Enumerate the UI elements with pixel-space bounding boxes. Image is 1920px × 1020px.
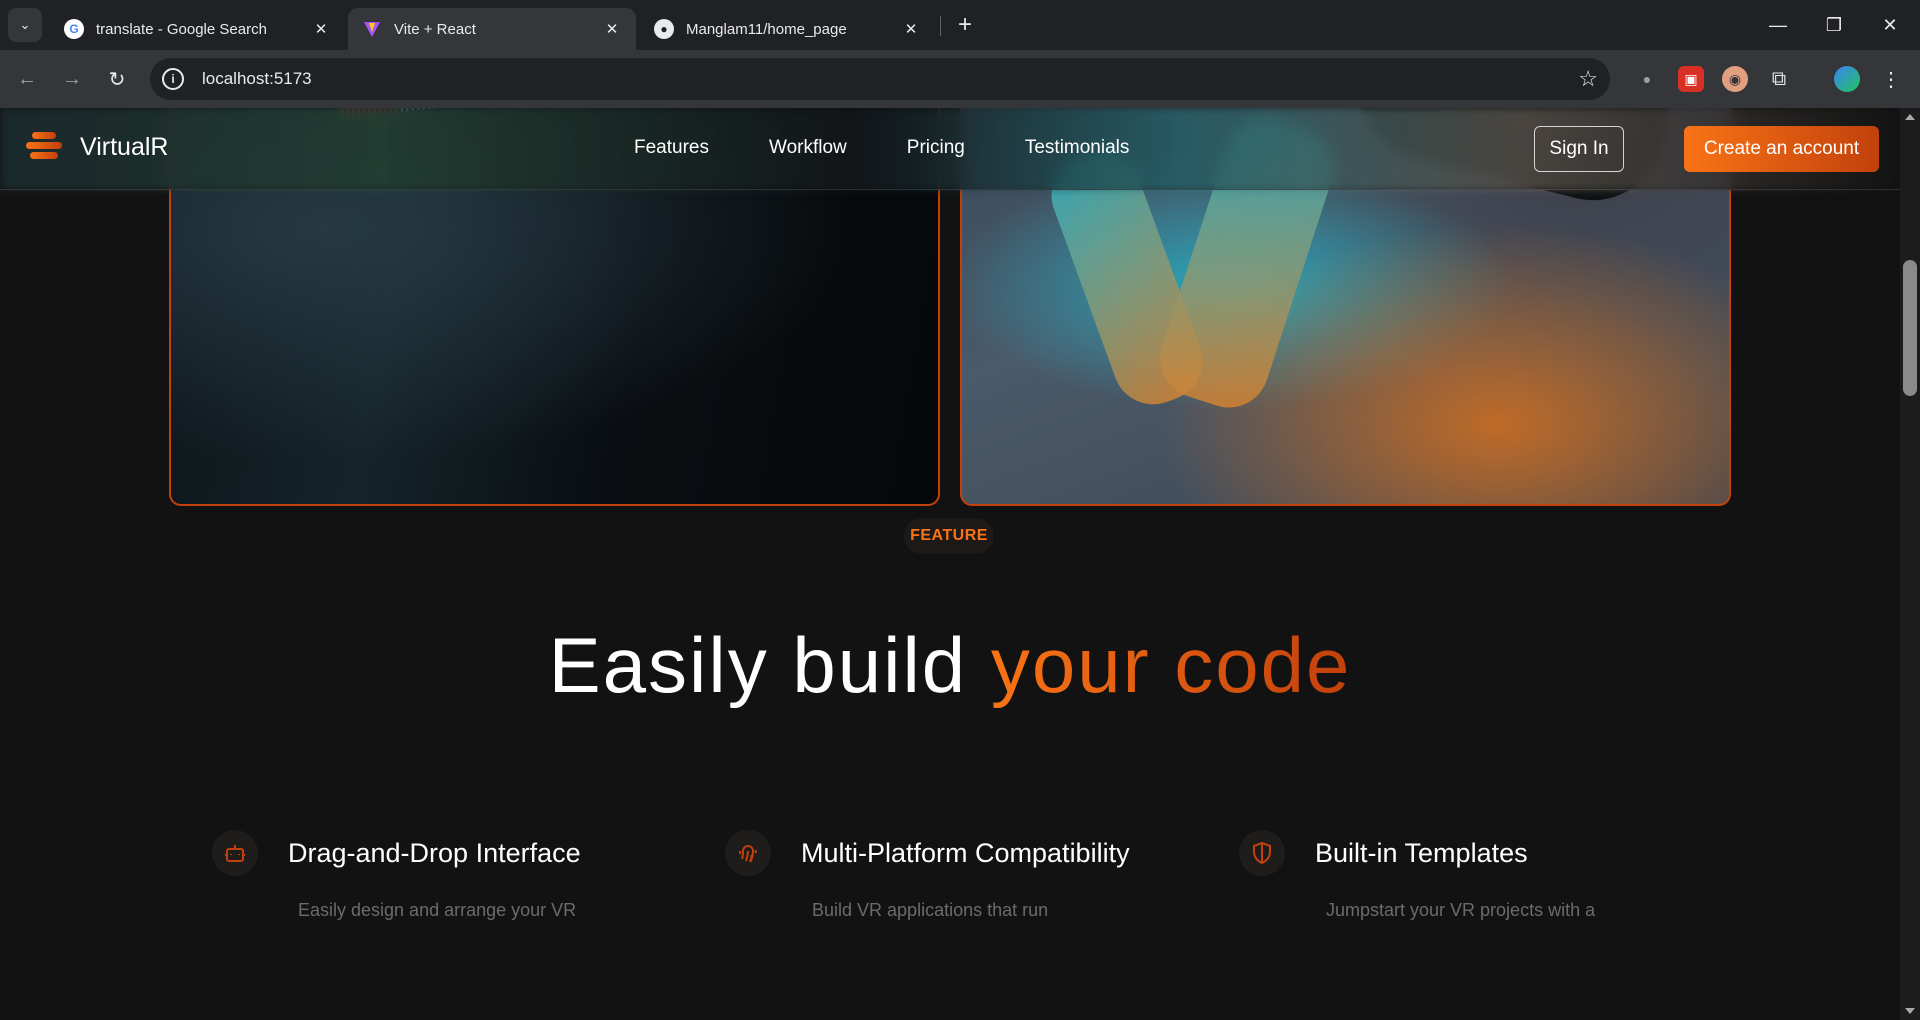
heading-plain-text: Easily build — [548, 621, 991, 709]
nav-links: Features Workflow Pricing Testimonials — [634, 137, 1189, 159]
nav-link-workflow[interactable]: Workflow — [769, 137, 847, 159]
tab-vite-react[interactable]: Vite + React ✕ — [348, 8, 636, 50]
tab-separator — [940, 16, 941, 36]
feature-title: Multi-Platform Compatibility — [801, 837, 1130, 868]
browser-tab-bar: ⌄ G translate - Google Search ✕ Vite + R… — [0, 0, 1920, 50]
nav-link-testimonials[interactable]: Testimonials — [1025, 137, 1130, 159]
feature-item: Multi-Platform Compatibility — [725, 830, 1130, 876]
scrollbar-thumb[interactable] — [1903, 260, 1917, 396]
create-account-button[interactable]: Create an account — [1684, 126, 1879, 172]
feature-title: Built-in Templates — [1315, 837, 1528, 868]
feature-item: Built-in Templates — [1239, 830, 1528, 876]
extension-icon[interactable]: ● — [1634, 66, 1660, 92]
nav-link-features[interactable]: Features — [634, 137, 709, 159]
profile-avatar[interactable] — [1834, 66, 1860, 92]
feature-description: Easily design and arrange your VR — [298, 900, 577, 920]
google-icon: G — [64, 19, 84, 39]
tab-title: Vite + React — [394, 20, 476, 38]
arrow-left-icon: ← — [17, 67, 37, 90]
page-scrollbar[interactable] — [1900, 108, 1920, 1020]
minimize-button[interactable]: — — [1750, 0, 1806, 50]
tab-github[interactable]: ● Manglam11/home_page ✕ — [640, 8, 935, 50]
brand-name: VirtualR — [80, 132, 169, 161]
scroll-up-arrow-icon[interactable] — [1905, 114, 1915, 120]
close-window-button[interactable]: ✕ — [1862, 0, 1918, 50]
tab-title: Manglam11/home_page — [686, 20, 847, 38]
close-icon[interactable]: ✕ — [311, 20, 331, 38]
back-button[interactable]: ← — [12, 64, 42, 94]
brand-logo[interactable]: VirtualR — [24, 132, 168, 162]
extension-icon[interactable]: ◉ — [1722, 66, 1748, 92]
logo-icon — [24, 132, 64, 162]
url-text: localhost:5173 — [202, 69, 312, 88]
extension-icon[interactable]: ▣ — [1678, 66, 1704, 92]
scroll-down-arrow-icon[interactable] — [1905, 1008, 1915, 1014]
tab-title: translate - Google Search — [96, 20, 267, 38]
feature-description: Build VR applications that run — [812, 900, 1049, 920]
bot-icon — [212, 830, 258, 876]
tab-google-search[interactable]: G translate - Google Search ✕ — [50, 8, 345, 50]
shield-icon — [1239, 830, 1285, 876]
new-tab-button[interactable]: + — [950, 10, 980, 40]
reload-icon: ↻ — [108, 68, 126, 91]
feature-title: Drag-and-Drop Interface — [288, 837, 581, 868]
arrow-right-icon: → — [62, 67, 82, 90]
feature-badge: FEATURE — [904, 518, 994, 554]
feature-description: Jumpstart your VR projects with a — [1326, 900, 1596, 920]
forward-button[interactable]: → — [57, 64, 87, 94]
tab-search-button[interactable]: ⌄ — [8, 8, 42, 42]
close-icon[interactable]: ✕ — [901, 20, 921, 38]
fingerprint-icon — [725, 830, 771, 876]
browser-toolbar: ← → ↻ i localhost:5173 ☆ ● ▣ ◉ ⧉ ⋮ — [0, 50, 1920, 108]
more-menu-icon[interactable]: ⋮ — [1878, 66, 1904, 92]
bookmark-star-icon[interactable]: ☆ — [1578, 66, 1598, 92]
reload-button[interactable]: ↻ — [102, 64, 132, 94]
sign-in-button[interactable]: Sign In — [1534, 126, 1624, 172]
page-viewport: ▌▌▌▌▌▌▌▌▌▌▌▌▌▌▌▌▌▌▌▌▌▌ ▍▍▍▍▍▍▍▍▍▍▍▍▍▍▍▍▍… — [0, 108, 1900, 1020]
restore-button[interactable]: ❐ — [1806, 0, 1862, 50]
feature-heading: Easily build your code — [0, 620, 1900, 711]
nav-link-pricing[interactable]: Pricing — [907, 137, 965, 159]
address-bar[interactable]: i localhost:5173 ☆ — [150, 58, 1610, 100]
feature-item: Drag-and-Drop Interface — [212, 830, 581, 876]
chevron-down-icon: ⌄ — [19, 17, 31, 32]
site-info-icon[interactable]: i — [162, 68, 184, 90]
close-icon[interactable]: ✕ — [602, 20, 622, 38]
heading-accent-text: your code — [990, 621, 1352, 709]
vite-icon — [362, 19, 382, 39]
github-icon: ● — [654, 19, 674, 39]
site-navbar: VirtualR Features Workflow Pricing Testi… — [0, 108, 1900, 190]
puzzle-icon[interactable]: ⧉ — [1766, 66, 1792, 92]
